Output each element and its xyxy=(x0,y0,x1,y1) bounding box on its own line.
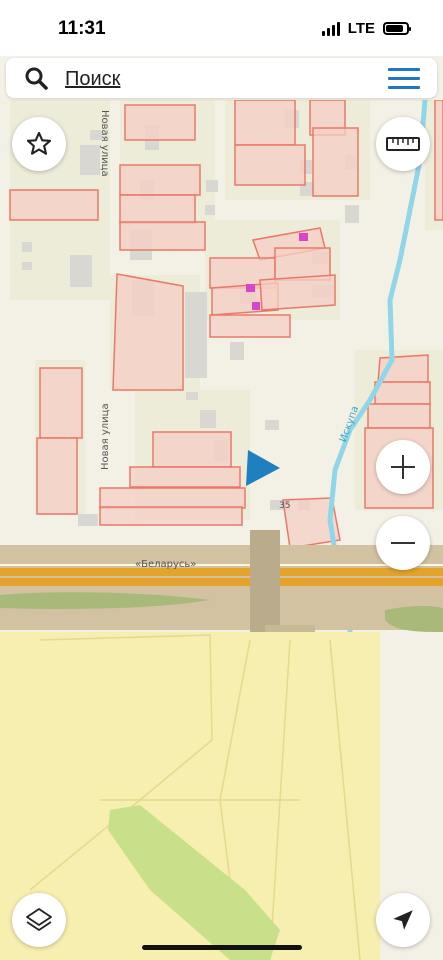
network-type: LTE xyxy=(347,20,375,37)
ruler-button[interactable] xyxy=(376,117,430,171)
road-lane xyxy=(0,578,443,586)
street-label: Новая улица xyxy=(100,403,111,470)
road-lane xyxy=(0,568,443,576)
house-number: 35 xyxy=(279,501,291,511)
navigation-arrow-icon xyxy=(393,910,413,930)
minus-icon xyxy=(391,542,415,544)
marker-square xyxy=(299,233,308,241)
status-indicators: LTE xyxy=(321,20,411,37)
map-canvas xyxy=(0,100,443,960)
road-edge xyxy=(0,564,443,566)
status-bar: 11:31 LTE xyxy=(0,0,443,56)
street-label: Новая улица xyxy=(99,110,110,177)
zoom-out-button[interactable] xyxy=(376,516,430,570)
home-indicator xyxy=(142,945,302,950)
locate-button[interactable] xyxy=(376,893,430,947)
plus-icon xyxy=(391,455,415,479)
marker-square xyxy=(252,302,260,310)
favorites-button[interactable] xyxy=(12,117,66,171)
layers-button[interactable] xyxy=(12,893,66,947)
star-icon xyxy=(26,131,52,155)
highway-label: «Беларусь» xyxy=(135,559,197,570)
layers-icon xyxy=(26,908,52,931)
battery-icon xyxy=(383,22,411,35)
search-icon xyxy=(25,67,48,90)
search-bar[interactable]: Поиск xyxy=(6,58,437,98)
marker-square xyxy=(246,284,255,292)
highway-area xyxy=(0,545,443,630)
search-label[interactable]: Поиск xyxy=(65,68,120,91)
zoom-in-button[interactable] xyxy=(376,440,430,494)
status-time: 11:31 xyxy=(58,18,106,39)
menu-icon[interactable] xyxy=(388,68,420,90)
map-view[interactable]: Новая улица Новая улица «Беларусь» Искуп… xyxy=(0,100,443,960)
ruler-icon xyxy=(386,137,420,151)
signal-icon xyxy=(321,21,340,36)
